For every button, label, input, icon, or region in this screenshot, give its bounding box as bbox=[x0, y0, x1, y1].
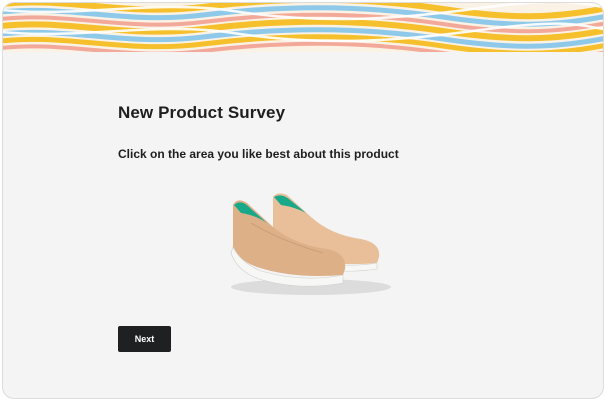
survey-question: Click on the area you like best about th… bbox=[118, 147, 399, 161]
next-button[interactable]: Next bbox=[118, 326, 171, 352]
page-title: New Product Survey bbox=[118, 103, 286, 122]
product-image-click-area[interactable] bbox=[211, 183, 411, 303]
sneakers-image bbox=[230, 193, 391, 295]
survey-card: New Product Survey Click on the area you… bbox=[2, 2, 604, 399]
wavy-header-banner bbox=[3, 3, 603, 52]
